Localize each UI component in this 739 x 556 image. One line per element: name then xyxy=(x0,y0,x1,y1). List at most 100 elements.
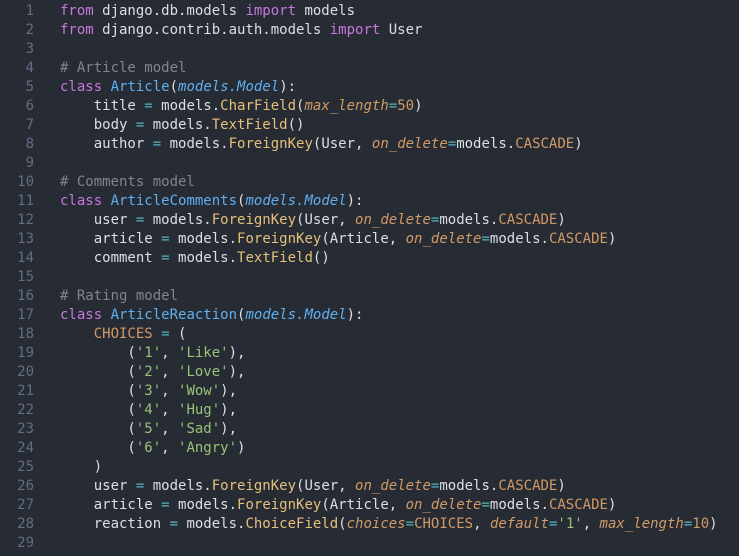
function-call-token: CharField xyxy=(220,98,297,114)
code-text: reaction xyxy=(60,516,170,532)
code-line[interactable]: from django.contrib.auth.models import U… xyxy=(60,21,739,40)
code-line[interactable]: author = models.ForeignKey(User, on_dele… xyxy=(60,135,739,154)
code-line[interactable]: # Comments model xyxy=(60,173,739,192)
keyword-argument-token: max_length xyxy=(599,516,684,532)
keyword-token: from xyxy=(60,22,94,38)
line-number: 25 xyxy=(17,459,34,475)
code-line[interactable]: CHOICES = ( xyxy=(60,325,739,344)
code-text: (Article, xyxy=(321,231,406,247)
constant-token: CASCADE xyxy=(515,136,575,152)
operator-token: = xyxy=(405,516,415,532)
operator-token: = xyxy=(152,136,162,152)
code-line[interactable]: comment = models.TextField() xyxy=(60,249,739,268)
code-text: ( xyxy=(338,516,347,532)
line-number: 16 xyxy=(17,288,34,304)
function-call-token: ForeignKey xyxy=(237,231,322,247)
code-line[interactable]: ('2', 'Love'), xyxy=(60,363,739,382)
line-number: 13 xyxy=(17,231,34,247)
line-number: 19 xyxy=(17,345,34,361)
keyword-argument-token: on_delete xyxy=(371,136,448,152)
code-text: ( xyxy=(60,364,136,380)
keyword-argument-token: on_delete xyxy=(355,212,431,228)
code-text: ) xyxy=(574,136,583,152)
code-line[interactable]: ('5', 'Sad'), xyxy=(60,420,739,439)
code-text: ), xyxy=(220,421,238,437)
code-line[interactable]: reaction = models.ChoiceField(choices=CH… xyxy=(60,515,739,534)
keyword-argument-token: max_length xyxy=(304,98,389,114)
operator-token: = xyxy=(161,497,170,513)
code-line[interactable]: ('3', 'Wow'), xyxy=(60,382,739,401)
operator-token: = xyxy=(481,497,490,513)
code-text: title xyxy=(60,98,145,114)
code-text: , xyxy=(161,440,179,456)
constant-token: CHOICES xyxy=(414,516,474,532)
code-line[interactable]: ​ xyxy=(60,268,739,287)
code-line[interactable]: article = models.ForeignKey(Article, on_… xyxy=(60,230,739,249)
constant-token: CASCADE xyxy=(498,478,558,494)
code-line[interactable]: ('4', 'Hug'), xyxy=(60,401,739,420)
code-text: , xyxy=(582,516,600,532)
code-line[interactable]: body = models.TextField() xyxy=(60,116,739,135)
code-text: User xyxy=(380,22,423,38)
code-text: (User, xyxy=(312,136,372,152)
base-class-token: models.Model xyxy=(245,307,347,323)
string-token: 'Sad' xyxy=(178,421,221,437)
code-line[interactable]: class ArticleComments(models.Model): xyxy=(60,192,739,211)
code-line[interactable]: class ArticleReaction(models.Model): xyxy=(60,306,739,325)
string-token: 'Wow' xyxy=(178,383,221,399)
keyword-token: class xyxy=(60,307,103,323)
line-number: 15 xyxy=(17,269,34,285)
code-text: models. xyxy=(178,516,246,532)
code-line[interactable]: from django.db.models import models xyxy=(60,2,739,21)
base-class-token: models.Model xyxy=(245,193,347,209)
code-text: ) xyxy=(709,516,718,532)
code-line[interactable]: user = models.ForeignKey(User, on_delete… xyxy=(60,477,739,496)
string-token: 'Hug' xyxy=(178,402,221,418)
code-text: ), xyxy=(220,383,238,399)
code-line[interactable]: ) xyxy=(60,458,739,477)
code-line[interactable]: ​ xyxy=(60,40,739,59)
code-text: models. xyxy=(439,478,499,494)
code-line[interactable]: ​ xyxy=(60,154,739,173)
code-text: models. xyxy=(144,478,212,494)
string-token: '1' xyxy=(557,516,583,532)
code-text: , xyxy=(161,421,179,437)
code-text: ) xyxy=(557,212,566,228)
code-text: article xyxy=(60,497,162,513)
keyword-argument-token: on_delete xyxy=(405,231,482,247)
code-area[interactable]: from django.db.models import models from … xyxy=(60,2,739,553)
code-text: (User, xyxy=(296,478,356,494)
string-token: '6' xyxy=(135,440,162,456)
code-text: ): xyxy=(346,307,364,323)
code-text: models. xyxy=(169,497,238,513)
code-text: models. xyxy=(456,136,516,152)
class-name-token: ArticleReaction xyxy=(110,307,238,323)
code-line[interactable]: ('6', 'Angry') xyxy=(60,439,739,458)
code-line[interactable]: ('1', 'Like'), xyxy=(60,344,739,363)
base-class-token: models.Model xyxy=(178,79,280,95)
function-call-token: ForeignKey xyxy=(237,497,322,513)
code-text: models. xyxy=(152,98,221,114)
code-editor[interactable]: 1 2 3 4 5 6 7 8 9 10 11 12 13 14 15 16 17 18 19 20 21 22 23 24 2… xyxy=(0,0,739,556)
code-text: ( xyxy=(60,345,136,361)
code-line[interactable]: user = models.ForeignKey(User, on_delete… xyxy=(60,211,739,230)
code-text: user xyxy=(60,212,136,228)
code-line[interactable]: article = models.ForeignKey(Article, on_… xyxy=(60,496,739,515)
code-line[interactable]: title = models.CharField(max_length=50) xyxy=(60,97,739,116)
code-text: ( xyxy=(60,440,136,456)
code-line[interactable]: class Article(models.Model): xyxy=(60,78,739,97)
function-call-token: TextField xyxy=(237,250,313,266)
operator-token: = xyxy=(481,231,490,247)
code-text: models. xyxy=(161,136,229,152)
code-text: ) xyxy=(237,440,246,456)
code-text: user xyxy=(60,478,136,494)
code-line[interactable]: ​ xyxy=(60,534,739,553)
line-number: 6 xyxy=(25,98,34,114)
code-line[interactable]: # Rating model xyxy=(60,287,739,306)
code-line[interactable]: # Article model xyxy=(60,59,739,78)
keyword-argument-token: on_delete xyxy=(355,478,431,494)
code-text: comment xyxy=(60,250,162,266)
code-text: () xyxy=(287,117,305,133)
